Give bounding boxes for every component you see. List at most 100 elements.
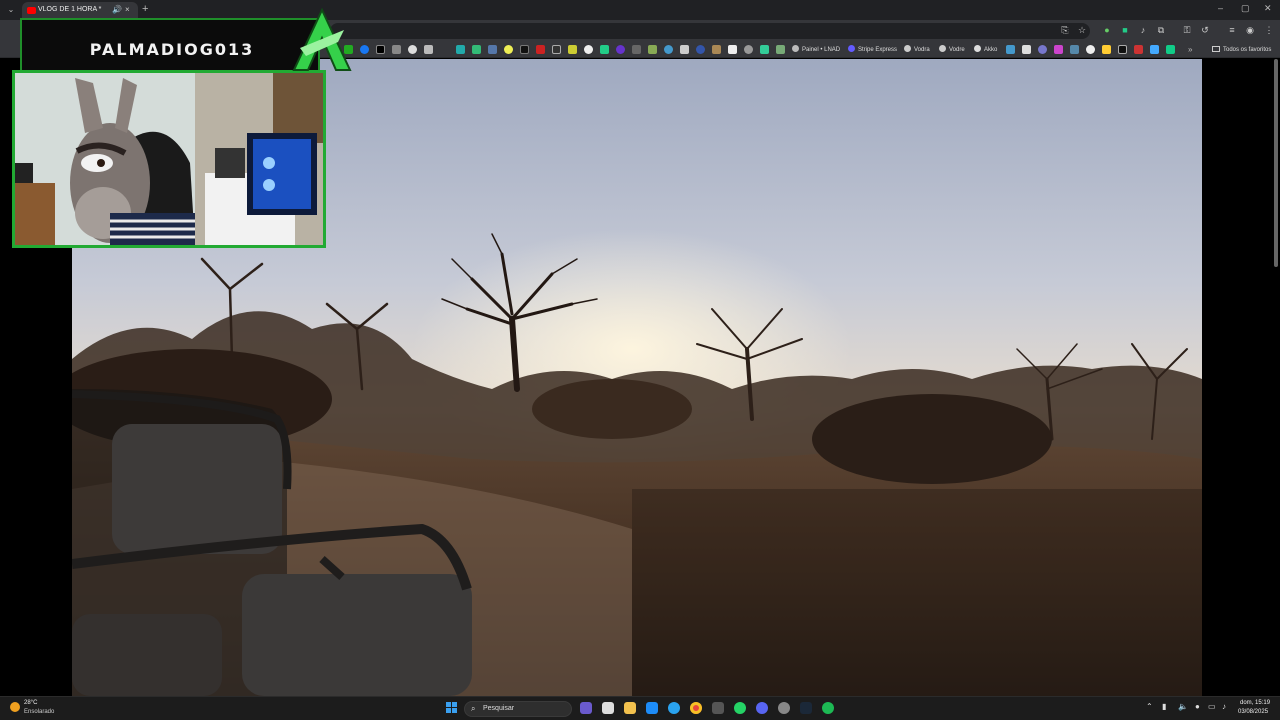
- bookmark-stripe-express[interactable]: Stripe Express: [848, 44, 897, 56]
- volume-icon[interactable]: 🔈: [1178, 702, 1188, 711]
- bookmark-akko[interactable]: Akko: [974, 44, 997, 56]
- speaker-icon[interactable]: ♪: [1222, 702, 1226, 711]
- bookmark-icon[interactable]: [1150, 45, 1159, 54]
- bookmark-icon[interactable]: [728, 45, 737, 54]
- bookmark-icon[interactable]: [632, 45, 641, 54]
- bookmark-icon[interactable]: [552, 45, 561, 54]
- windows-start-icon[interactable]: [446, 702, 458, 714]
- bookmark-icon[interactable]: [712, 45, 721, 54]
- facebook-icon[interactable]: [360, 45, 369, 54]
- bookmark-icon[interactable]: [1166, 45, 1175, 54]
- bookmark-icon[interactable]: [536, 45, 545, 54]
- file-explorer-icon[interactable]: [624, 702, 636, 714]
- bookmark-icon[interactable]: [744, 45, 753, 54]
- bookmark-icon[interactable]: [664, 45, 673, 54]
- spotify-icon[interactable]: [822, 702, 834, 714]
- microsoft-store-icon[interactable]: [646, 702, 658, 714]
- battery-icon[interactable]: ▮: [1162, 702, 1166, 711]
- install-app-icon[interactable]: ⎘: [1060, 25, 1070, 35]
- bookmark-icon[interactable]: [1070, 45, 1079, 54]
- webcam-image: [15, 73, 323, 245]
- bookmark-icon[interactable]: [392, 45, 401, 54]
- webcam-feed: [12, 70, 326, 248]
- bookmark-icon[interactable]: [616, 45, 625, 54]
- chrome-browser-icon[interactable]: [690, 702, 702, 714]
- bookmark-icon[interactable]: [568, 45, 577, 54]
- search-icon: ⌕: [471, 704, 476, 713]
- taskbar-clock-date[interactable]: 03/08/2025: [1238, 709, 1268, 715]
- streamer-webcam-overlay: PALMADIOG013: [8, 8, 353, 252]
- settings-gear-icon[interactable]: [778, 702, 790, 714]
- bookmark-icon[interactable]: [488, 45, 497, 54]
- page-scrollbar[interactable]: [1274, 59, 1278, 267]
- stripe-icon: [848, 45, 855, 52]
- extensions-puzzle-icon[interactable]: ⧉: [1156, 25, 1166, 35]
- password-key-icon[interactable]: ⚿: [1182, 25, 1192, 35]
- bookmark-icon[interactable]: [760, 45, 769, 54]
- app-icon[interactable]: [712, 702, 724, 714]
- bookmark-vodre[interactable]: Vodre: [939, 44, 965, 56]
- more-bookmarks-button[interactable]: »: [1188, 45, 1192, 54]
- bookmark-icon[interactable]: [1006, 45, 1015, 54]
- steam-icon[interactable]: [800, 702, 812, 714]
- bookmark-icon[interactable]: [504, 45, 513, 54]
- channel-logo-icon: [292, 8, 352, 71]
- whatsapp-icon[interactable]: [734, 702, 746, 714]
- bookmark-icon[interactable]: [456, 45, 465, 54]
- search-placeholder: Pesquisar: [483, 705, 515, 712]
- profile-avatar-icon[interactable]: ◉: [1245, 25, 1255, 35]
- bookmark-icon[interactable]: [1134, 45, 1143, 54]
- bookmark-icon[interactable]: [648, 45, 657, 54]
- menu-kebab-icon[interactable]: ⋮: [1264, 25, 1274, 35]
- taskbar-search-box[interactable]: ⌕ Pesquisar: [464, 701, 572, 717]
- extension-icon[interactable]: ●: [1102, 25, 1112, 35]
- weather-temperature[interactable]: 28°C: [24, 700, 37, 706]
- bookmark-icon[interactable]: [1086, 45, 1095, 54]
- media-control-icon[interactable]: ♪: [1138, 25, 1148, 35]
- start-tile: [446, 708, 451, 713]
- windows-taskbar: 28°C Ensolarado ⌕ Pesquisar ⌃ ▮ 🔈 ● ▭ ♪ …: [0, 696, 1280, 720]
- bookmark-icon[interactable]: [1102, 45, 1111, 54]
- bookmark-icon[interactable]: [680, 45, 689, 54]
- edge-browser-icon[interactable]: [668, 702, 680, 714]
- bookmark-icon[interactable]: [1118, 45, 1127, 54]
- bookmark-icon[interactable]: [472, 45, 481, 54]
- downloads-icon[interactable]: ≡: [1227, 25, 1237, 35]
- bookmark-icon[interactable]: [520, 45, 529, 54]
- address-bar[interactable]: [330, 23, 1090, 39]
- bookmark-label: Vodre: [949, 47, 965, 53]
- extension-icon[interactable]: ■: [1120, 25, 1130, 35]
- bookmark-label: Stripe Express: [858, 47, 898, 53]
- bookmark-icon[interactable]: [696, 45, 705, 54]
- discord-icon[interactable]: [756, 702, 768, 714]
- clock-time-value: 15:19: [1255, 700, 1271, 706]
- copilot-icon[interactable]: [580, 702, 592, 714]
- bookmark-icon[interactable]: [1038, 45, 1047, 54]
- microphone-icon[interactable]: ●: [1195, 702, 1200, 711]
- bookmark-icon[interactable]: [424, 45, 433, 54]
- minimize-button[interactable]: –: [1218, 3, 1223, 13]
- streamer-name: PALMADIOG013: [89, 40, 255, 59]
- bookmark-icon[interactable]: [584, 45, 593, 54]
- bookmark-icon: [939, 45, 946, 52]
- maximize-button[interactable]: ▢: [1241, 3, 1250, 14]
- bookmark-icon[interactable]: [1022, 45, 1031, 54]
- close-window-button[interactable]: ✕: [1264, 3, 1272, 14]
- bookmark-icon[interactable]: [776, 45, 785, 54]
- bookmark-icon[interactable]: [408, 45, 417, 54]
- history-icon[interactable]: ↺: [1200, 25, 1210, 35]
- task-view-icon[interactable]: [602, 702, 614, 714]
- sun-weather-icon[interactable]: [10, 702, 20, 712]
- bookmark-star-icon[interactable]: ☆: [1077, 25, 1087, 35]
- show-hidden-icons-chevron-icon[interactable]: ⌃: [1146, 702, 1153, 711]
- bookmark-icon[interactable]: [1054, 45, 1063, 54]
- bookmark-painel-lnad[interactable]: Painel • LNAD: [792, 44, 840, 56]
- bookmark-icon[interactable]: [600, 45, 609, 54]
- weather-description[interactable]: Ensolarado: [24, 709, 54, 715]
- bookmark-vodra[interactable]: Vodra: [904, 44, 930, 56]
- x-twitter-icon[interactable]: [376, 45, 385, 54]
- taskbar-clock-time[interactable]: dom, 15:19: [1240, 700, 1270, 706]
- network-icon[interactable]: ▭: [1208, 702, 1216, 711]
- bookmark-label: Painel • LNAD: [802, 47, 841, 53]
- all-bookmarks-folder[interactable]: Todos os favoritos: [1212, 44, 1271, 56]
